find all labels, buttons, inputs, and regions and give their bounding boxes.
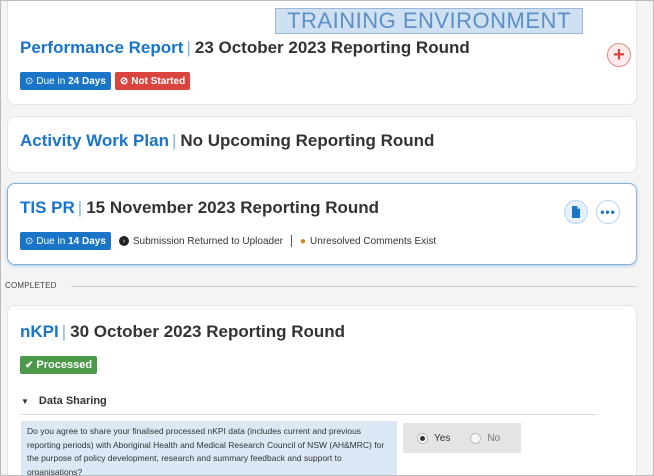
card-title: nKPI | 30 October 2023 Reporting Round (20, 322, 345, 342)
plus-icon: + (613, 44, 625, 66)
program-name[interactable]: Performance Report (20, 38, 183, 57)
clock-icon: ⊙ (25, 75, 34, 87)
caret-down-icon: ▼ (21, 396, 29, 406)
completed-section-label: COMPLETED (5, 281, 57, 290)
status-row: ⊙ Due in 24 Days ⊘ Not Started (20, 72, 191, 90)
tis-pr-card: TIS PR | 15 November 2023 Reporting Round … (7, 183, 637, 265)
reporting-round: 15 November 2023 Reporting Round (86, 198, 380, 217)
add-button[interactable]: + (607, 43, 631, 67)
divider (290, 235, 292, 247)
training-environment-banner: TRAINING ENVIRONMENT (275, 8, 583, 34)
status-row: ✔ Processed (20, 356, 98, 374)
radio-unselected-icon (470, 432, 482, 444)
page: TRAINING ENVIRONMENT Performance Report |… (0, 0, 654, 476)
radio-no[interactable]: No (470, 432, 500, 444)
reporting-round: No Upcoming Reporting Round (180, 131, 435, 150)
data-sharing-question: Do you agree to share your finalised pro… (21, 421, 397, 475)
data-sharing-answer: Yes No (403, 423, 521, 453)
submission-status: › Submission Returned to Uploader (118, 236, 283, 247)
data-sharing-divider (21, 414, 597, 415)
document-button[interactable] (564, 200, 588, 224)
ban-icon: ⊘ (119, 75, 129, 87)
data-sharing-heading: Data Sharing (38, 395, 107, 407)
radio-selected-icon (417, 432, 428, 444)
title-separator: | (61, 322, 67, 341)
comments-status: ● Unresolved Comments Exist (299, 235, 437, 247)
section-divider (71, 286, 637, 287)
due-badge: ⊙ Due in 24 Days (20, 72, 111, 90)
program-name[interactable]: Activity Work Plan (20, 131, 169, 150)
activity-work-plan-card: Activity Work Plan | No Upcoming Reporting… (7, 116, 637, 173)
arrow-icon: › (118, 236, 129, 246)
radio-yes[interactable]: Yes (417, 432, 450, 444)
ellipsis-icon: ••• (600, 205, 616, 219)
processed-badge: ✔ Processed (20, 356, 98, 374)
reporting-round: 23 October 2023 Reporting Round (194, 38, 470, 57)
comment-icon: ● (299, 235, 307, 247)
reporting-round: 30 October 2023 Reporting Round (70, 322, 346, 341)
clock-icon: ⊙ (25, 235, 34, 247)
data-sharing-toggle[interactable]: ▼ Data Sharing (21, 395, 107, 407)
status-row: ⊙ Due in 14 Days › Submission Returned t… (20, 232, 436, 250)
card-title: Performance Report | 23 October 2023 Repor… (20, 38, 470, 58)
status-badge: ⊘ Not Started (114, 72, 191, 90)
title-separator: | (171, 131, 177, 150)
program-name[interactable]: TIS PR (20, 198, 75, 217)
title-separator: | (77, 198, 83, 217)
card-title: TIS PR | 15 November 2023 Reporting Round (20, 198, 379, 218)
program-name[interactable]: nKPI (20, 322, 59, 341)
document-icon (572, 206, 580, 218)
title-separator: | (186, 38, 191, 57)
check-icon: ✔ (25, 359, 34, 371)
card-title: Activity Work Plan | No Upcoming Reporting… (20, 131, 434, 151)
more-options-button[interactable]: ••• (596, 200, 620, 224)
due-badge: ⊙ Due in 14 Days (20, 232, 111, 250)
